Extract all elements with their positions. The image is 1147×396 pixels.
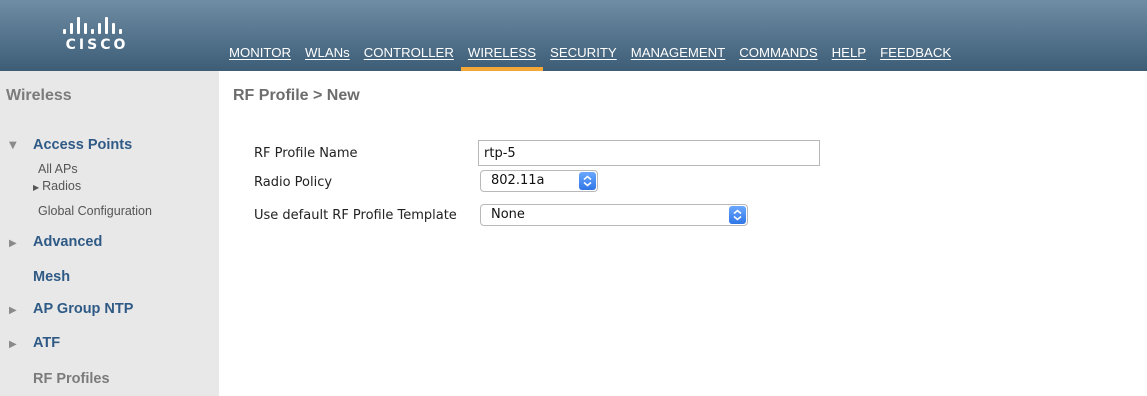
- nav-management[interactable]: MANAGEMENT: [624, 45, 733, 71]
- rf-profile-name-label: RF Profile Name: [254, 146, 358, 161]
- triangle-right-icon[interactable]: ▶: [9, 305, 17, 316]
- template-select[interactable]: None: [480, 204, 748, 226]
- triangle-down-icon[interactable]: ▼: [9, 140, 17, 151]
- sidebar-item-label: Radios: [42, 179, 82, 193]
- cisco-logo: CISCO: [52, 16, 142, 56]
- radio-policy-select[interactable]: 802.11a: [480, 170, 598, 192]
- triangle-right-icon[interactable]: ▶: [9, 339, 17, 350]
- template-value: None: [491, 207, 525, 222]
- rf-profile-name-input[interactable]: [478, 140, 820, 166]
- nav-controller[interactable]: CONTROLLER: [357, 45, 461, 71]
- sidebar-item-ap-group-ntp[interactable]: AP Group NTP: [33, 301, 133, 317]
- sidebar-item-mesh[interactable]: Mesh: [33, 269, 70, 285]
- radio-policy-label: Radio Policy: [254, 175, 333, 190]
- top-header: CISCO MONITOR WLANs CONTROLLER WIRELESS …: [0, 0, 1147, 71]
- sidebar-item-global-configuration[interactable]: Global Configuration: [38, 204, 152, 218]
- sidebar: Wireless ▼ Access Points All APs ▶ Radios…: [0, 71, 219, 396]
- select-chevron-icon: [579, 172, 596, 190]
- page-title: RF Profile > New: [233, 87, 360, 104]
- nav-wireless[interactable]: WIRELESS: [460, 45, 544, 71]
- triangle-right-icon[interactable]: ▶: [9, 238, 17, 249]
- sidebar-item-access-points[interactable]: Access Points: [33, 137, 132, 153]
- nav-monitor[interactable]: MONITOR: [222, 45, 298, 71]
- sidebar-title: Wireless: [6, 87, 72, 104]
- sidebar-item-rf-profiles[interactable]: RF Profiles: [33, 371, 110, 387]
- triangle-right-icon: ▶: [33, 183, 40, 192]
- nav-wlans[interactable]: WLANs: [298, 45, 357, 71]
- nav-commands[interactable]: COMMANDS: [732, 45, 824, 71]
- nav-security[interactable]: SECURITY: [543, 45, 624, 71]
- cisco-bars-icon: [62, 16, 132, 34]
- nav-feedback[interactable]: FEEDBACK: [873, 45, 958, 71]
- main-nav: MONITOR WLANs CONTROLLER WIRELESS SECURI…: [222, 45, 958, 71]
- cisco-wordmark: CISCO: [65, 37, 129, 53]
- sidebar-item-radios[interactable]: ▶ Radios: [33, 179, 81, 193]
- radio-policy-value: 802.11a: [491, 173, 545, 188]
- sidebar-item-advanced[interactable]: Advanced: [33, 234, 102, 250]
- select-chevron-icon: [729, 206, 746, 224]
- sidebar-item-all-aps[interactable]: All APs: [38, 162, 78, 176]
- template-label: Use default RF Profile Template: [254, 208, 457, 223]
- nav-help[interactable]: HELP: [825, 45, 873, 71]
- sidebar-item-atf[interactable]: ATF: [33, 335, 60, 351]
